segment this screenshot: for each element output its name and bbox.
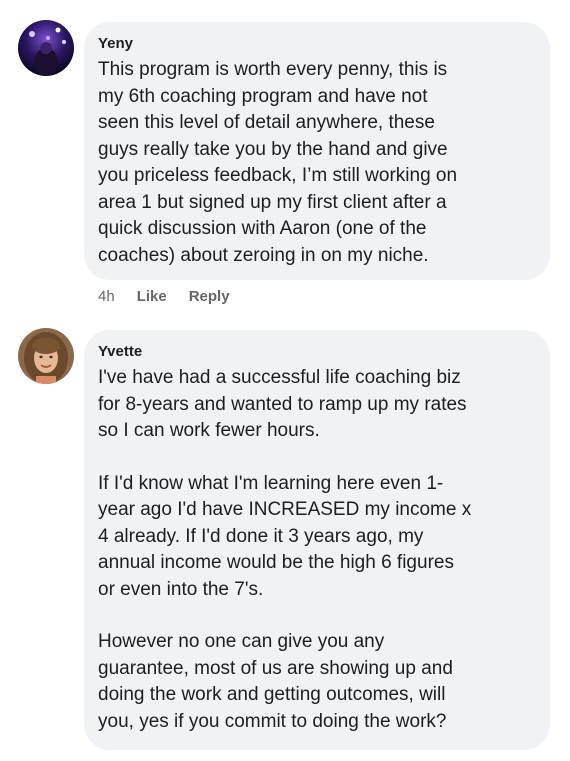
comment-timestamp[interactable]: 4h bbox=[98, 288, 115, 305]
comment-line: you, yes if you commit to doing the work… bbox=[98, 710, 447, 732]
comment-line: If I'd know what I'm learning here even … bbox=[98, 472, 444, 494]
comment-bubble: Yvette I've have had a successful life c… bbox=[84, 330, 550, 750]
comment-line: 4 already. If I'd done it 3 years ago, m… bbox=[98, 525, 424, 547]
comment-line: quick discussion with Aaron (one of the bbox=[98, 218, 427, 239]
comment-line: I've have had a successful life coaching… bbox=[98, 367, 461, 388]
comment-actions: 4h Like Reply bbox=[98, 288, 230, 305]
comment-line: This program is worth every penny, this … bbox=[98, 59, 448, 80]
comment-line: guys really take you by the hand and giv… bbox=[98, 138, 448, 160]
comment-line: However no one can give you any bbox=[98, 631, 385, 652]
comment-line: area 1 but signed up my first client aft… bbox=[98, 191, 447, 213]
comment-line: or even into the 7's. bbox=[98, 578, 264, 600]
comment-line: doing the work and getting outcomes, wil… bbox=[98, 684, 446, 705]
like-button[interactable]: Like bbox=[137, 288, 167, 305]
comment-bubble: Yeny This program is worth every penny, … bbox=[84, 22, 550, 280]
comment-line: so I can work fewer hours. bbox=[98, 420, 320, 441]
comment-line: annual income would be the high 6 figure… bbox=[98, 552, 454, 573]
comment-author[interactable]: Yvette bbox=[98, 342, 536, 361]
comment-line: guarantee, most of us are showing up and bbox=[98, 657, 453, 679]
comment-line: coaches) about zeroing in on my niche. bbox=[98, 244, 429, 266]
comment-line: for 8-years and wanted to ramp up my rat… bbox=[98, 393, 467, 415]
reply-button[interactable]: Reply bbox=[189, 288, 230, 305]
comment-line: year ago I'd have INCREASED my income x bbox=[98, 499, 472, 520]
avatar[interactable] bbox=[18, 328, 74, 384]
comment-line: my 6th coaching program and have not bbox=[98, 85, 428, 107]
comment-line: you priceless feedback, I’m still workin… bbox=[98, 165, 458, 186]
avatar-photo-icon bbox=[18, 20, 74, 76]
avatar-photo-icon bbox=[18, 328, 74, 384]
comment-line: seen this level of detail anywhere, thes… bbox=[98, 112, 435, 133]
comment-author[interactable]: Yeny bbox=[98, 34, 536, 53]
avatar[interactable] bbox=[18, 20, 74, 76]
